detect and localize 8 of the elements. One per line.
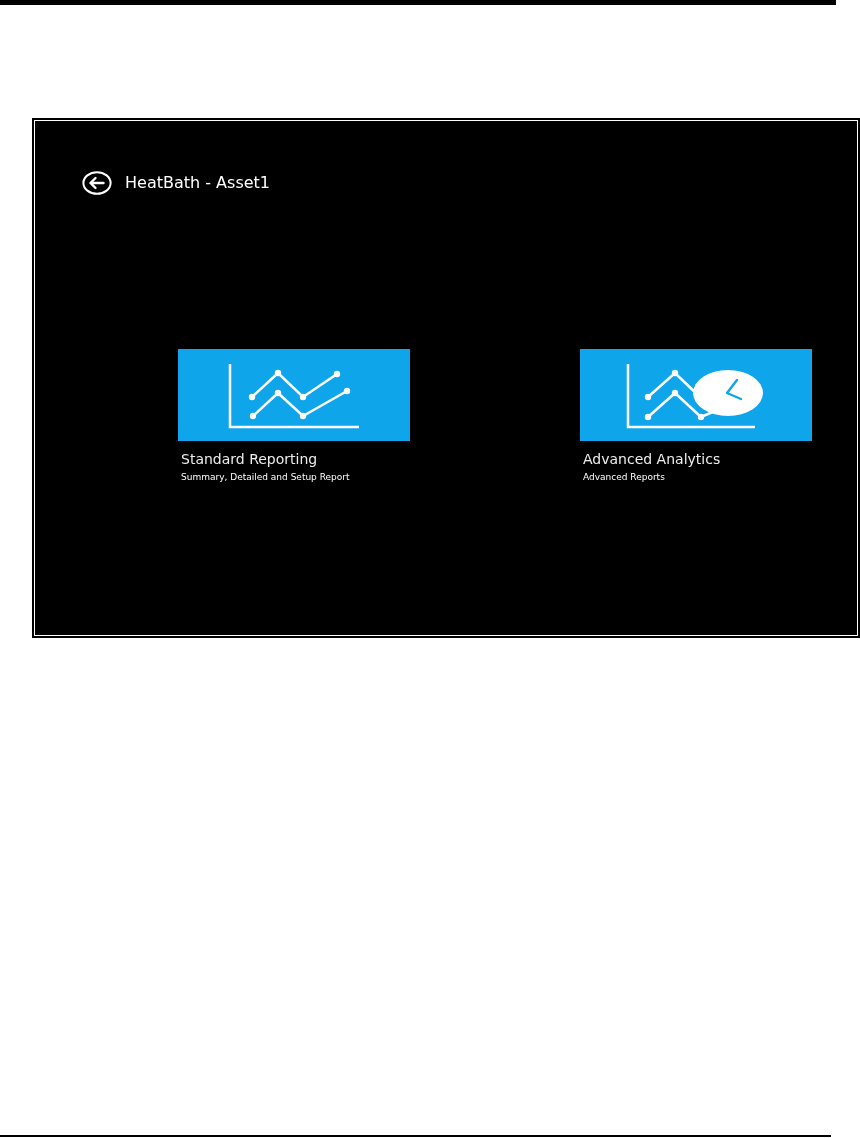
- line-chart-icon[interactable]: [178, 349, 410, 441]
- tile-subtitle: Summary, Detailed and Setup Report: [181, 472, 350, 483]
- tile-title: Standard Reporting: [181, 451, 318, 468]
- page-title: HeatBath - Asset1: [125, 173, 270, 193]
- tile-title: Advanced Analytics: [583, 451, 721, 468]
- tile-subtitle: Advanced Reports: [583, 472, 665, 483]
- line-chart-clock-icon[interactable]: [580, 349, 812, 441]
- left-arrow-circle-icon[interactable]: [82, 171, 112, 195]
